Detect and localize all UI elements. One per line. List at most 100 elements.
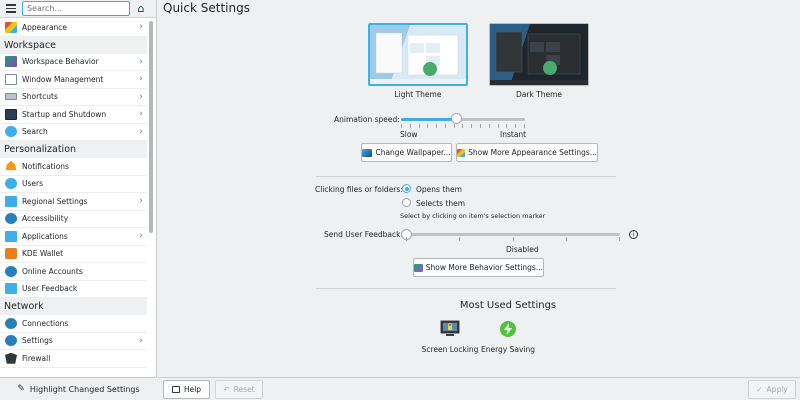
sidebar-item-label: KDE Wallet (22, 249, 64, 259)
hamburger-menu-icon[interactable] (0, 0, 22, 18)
help-icon (171, 386, 180, 393)
sidebar-scrollbar[interactable] (149, 21, 153, 233)
apply-label: Apply (766, 385, 788, 394)
reset-label: Reset (233, 385, 255, 394)
chevron-right-icon: › (139, 22, 143, 33)
apply-button[interactable]: ✓ Apply (748, 380, 796, 399)
energy-saving-label: Energy Saving (480, 345, 536, 354)
startup-icon (5, 108, 17, 120)
sidebar-item-online-accounts[interactable]: Online Accounts (0, 263, 147, 281)
sidebar-item-shortcuts[interactable]: Shortcuts › (0, 89, 147, 106)
feedback-track[interactable] (406, 233, 620, 236)
page-title: Quick Settings (163, 1, 250, 15)
divider (316, 288, 616, 289)
energy-saving-shortcut[interactable]: Energy Saving (478, 320, 538, 355)
chevron-right-icon: › (139, 335, 143, 346)
accessibility-icon (5, 213, 17, 225)
help-button[interactable]: Help (163, 380, 210, 399)
sidebar-item-notifications[interactable]: Notifications (0, 158, 147, 176)
sidebar-section-personalization: Personalization (0, 141, 147, 158)
send-feedback-label: Send User Feedback: (324, 230, 403, 239)
help-label: Help (183, 385, 202, 394)
sidebar-item-connections[interactable]: Connections (0, 315, 147, 333)
sidebar-item-accessibility[interactable]: Accessibility (0, 211, 147, 228)
bell-icon (5, 160, 17, 171)
search-input[interactable] (22, 1, 130, 16)
sidebar-item-label: Window Management (22, 74, 104, 84)
sidebar-item-label: Accessibility (22, 214, 69, 224)
sidebar-item-users[interactable]: Users (0, 176, 147, 193)
opens-them-label: Opens them (416, 185, 462, 194)
sidebar-item-label: Workspace Behavior (22, 57, 99, 67)
sidebar-item-search[interactable]: Search › (0, 124, 147, 141)
highlight-changed-settings-button[interactable]: ✎ Highlight Changed Settings (0, 377, 157, 400)
light-theme-preview[interactable] (368, 23, 468, 86)
home-icon[interactable]: ⌂ (130, 0, 152, 18)
pen-icon: ✎ (17, 384, 25, 394)
feedback-icon (5, 283, 17, 295)
appearance-icon (5, 21, 17, 33)
dark-theme-thumbnail (490, 24, 588, 85)
dark-theme-label: Dark Theme (515, 90, 563, 99)
show-more-appearance-button[interactable]: Show More Appearance Settings... (456, 143, 598, 162)
screen-locking-shortcut[interactable]: Screen Locking (420, 320, 480, 355)
change-wallpaper-button[interactable]: Change Wallpaper... (361, 143, 452, 162)
reset-button[interactable]: ↶ Reset (215, 380, 263, 399)
animation-speed-track[interactable] (401, 118, 525, 121)
chevron-right-icon: › (139, 74, 143, 85)
users-icon (5, 178, 17, 190)
sidebar-item-label: Connections (22, 318, 69, 328)
highlight-changed-settings-label: Highlight Changed Settings (29, 384, 140, 394)
sidebar-item-firewall[interactable]: Firewall (0, 350, 147, 368)
sidebar-item-label: Search (22, 127, 48, 137)
flag-icon (5, 195, 17, 207)
sidebar: ⌂ Appearance›WorkspaceWorkspace Behavior… (0, 0, 157, 400)
light-theme-label: Light Theme (394, 90, 442, 99)
sidebar-nav-list: Appearance › Workspace Workspace Behavior › W… (0, 19, 147, 368)
keyboard-icon (5, 93, 17, 101)
sidebar-item-workspace-behavior[interactable]: Workspace Behavior › (0, 54, 147, 71)
sidebar-item-window-management[interactable]: Window Management › (0, 71, 147, 89)
behavior-icon (414, 263, 423, 272)
sidebar-item-label: Online Accounts (22, 266, 83, 276)
selects-them-label: Selects them (416, 199, 466, 208)
sidebar-item-regional-settings[interactable]: Regional Settings › (0, 193, 147, 211)
chevron-right-icon: › (139, 126, 143, 137)
connections-icon (5, 317, 17, 329)
sidebar-item-label: Regional Settings (22, 196, 88, 206)
sidebar-item-settings[interactable]: Settings › (0, 333, 147, 350)
show-more-behavior-button[interactable]: Show More Behavior Settings... (413, 258, 544, 277)
animation-speed-handle[interactable] (451, 113, 463, 124)
sidebar-item-user-feedback[interactable]: User Feedback (0, 281, 147, 298)
network-settings-icon (5, 335, 17, 347)
wallpaper-icon (362, 148, 373, 157)
sidebar-section-workspace: Workspace (0, 36, 147, 54)
energy-saving-icon (500, 321, 516, 337)
opens-them-radio[interactable] (402, 184, 411, 193)
chevron-right-icon: › (139, 109, 143, 120)
selects-them-radio[interactable] (402, 198, 411, 207)
sidebar-item-startup-and-shutdown[interactable]: Startup and Shutdown › (0, 106, 147, 124)
applications-icon (5, 230, 17, 242)
divider (316, 176, 616, 177)
window-management-icon (5, 73, 17, 85)
apply-check-icon: ✓ (756, 385, 763, 394)
wallet-icon (5, 248, 17, 260)
sidebar-section-network: Network (0, 298, 147, 315)
sidebar-item-kde-wallet[interactable]: KDE Wallet (0, 246, 147, 263)
chevron-right-icon: › (139, 231, 143, 242)
sidebar-item-appearance[interactable]: Appearance › (0, 19, 147, 37)
sidebar-item-label: Firewall (22, 353, 51, 363)
bottom-bar: Help ↶ Reset ✓ Apply (158, 377, 800, 400)
info-icon[interactable]: i (629, 230, 638, 239)
reset-icon: ↶ (223, 385, 230, 394)
appearance-icon (457, 148, 466, 157)
screen-locking-label: Screen Locking (421, 345, 479, 354)
animation-instant-label: Instant (500, 130, 527, 139)
sidebar-item-label: Users (22, 179, 44, 189)
sidebar-item-applications[interactable]: Applications › (0, 228, 147, 246)
dark-theme-preview[interactable] (489, 23, 589, 86)
change-wallpaper-label: Change Wallpaper... (375, 148, 451, 157)
feedback-value: Disabled (506, 245, 539, 254)
search-globe-icon (5, 126, 17, 138)
